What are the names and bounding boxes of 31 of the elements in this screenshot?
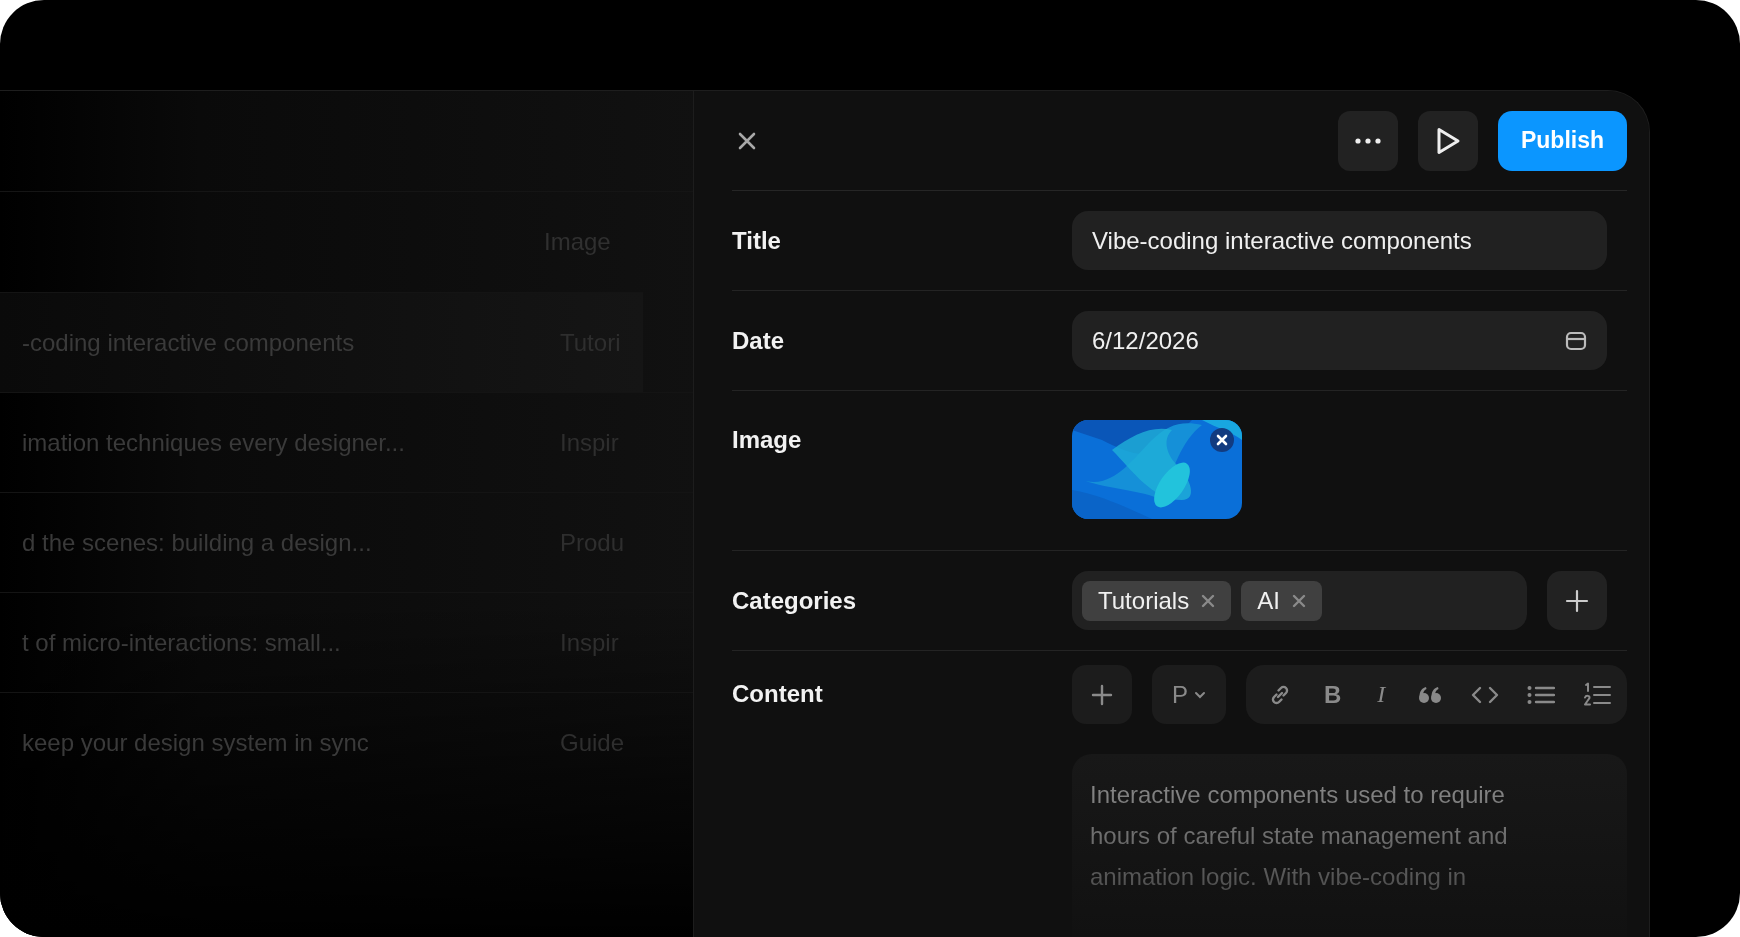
title-field[interactable]: Vibe-coding interactive components (1072, 211, 1607, 270)
numbered-list-icon[interactable] (1582, 681, 1611, 708)
preview-button[interactable] (1417, 110, 1478, 171)
plus-icon (1091, 683, 1113, 706)
bullet-list-icon[interactable] (1527, 684, 1556, 705)
field-label: Categories (732, 586, 858, 616)
play-icon (1434, 125, 1461, 156)
close-icon (1216, 434, 1228, 446)
close-icon (738, 131, 756, 150)
field-label: Content (732, 679, 824, 709)
field-label: Title (732, 226, 782, 256)
plus-icon (1565, 588, 1589, 613)
category-tag: AI (1241, 580, 1322, 621)
block-type-dropdown[interactable]: P (1152, 665, 1226, 724)
field-label: Image (732, 425, 803, 455)
bold-button[interactable]: B (1319, 680, 1346, 709)
chevron-down-icon (1194, 690, 1206, 699)
field-label: Date (732, 326, 786, 356)
category-tag: Tutorials (1082, 580, 1232, 621)
date-field[interactable]: 6/12/2026 (1072, 311, 1607, 370)
remove-icon[interactable] (1291, 593, 1306, 608)
calendar-icon (1565, 330, 1587, 351)
publish-button[interactable]: Publish (1497, 110, 1627, 171)
more-icon (1354, 137, 1381, 144)
categories-field[interactable]: Tutorials AI (1072, 571, 1527, 630)
remove-icon[interactable] (1201, 593, 1216, 608)
add-block-button[interactable] (1072, 665, 1132, 724)
code-icon[interactable] (1471, 684, 1500, 705)
more-button[interactable] (1337, 110, 1398, 171)
add-category-button[interactable] (1547, 571, 1607, 630)
italic-button[interactable]: I (1373, 681, 1390, 708)
